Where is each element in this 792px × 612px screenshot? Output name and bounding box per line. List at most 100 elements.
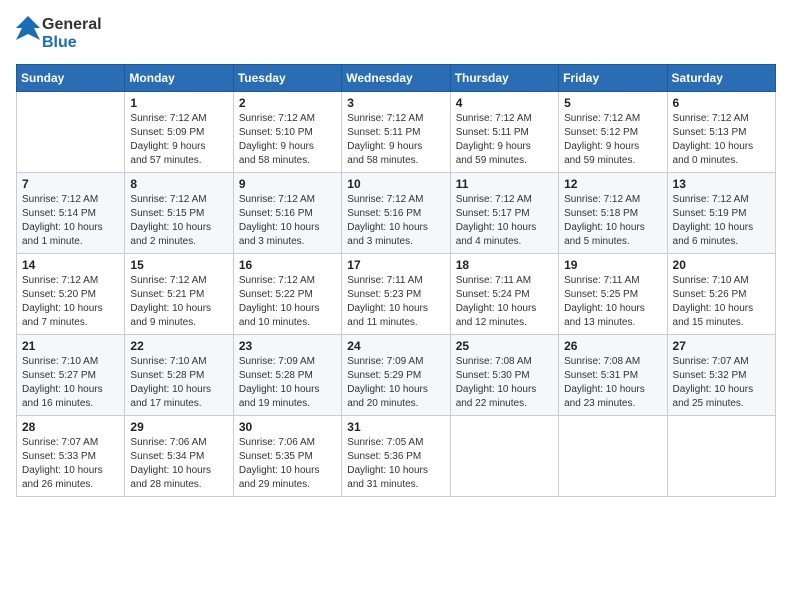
day-info: Sunrise: 7:12 AM Sunset: 5:14 PM Dayligh… [22,193,119,249]
calendar-cell: 14 Sunrise: 7:12 AM Sunset: 5:20 PM Dayli… [17,254,125,335]
day-number: 11 [456,177,553,191]
weekday-header-wednesday: Wednesday [342,65,450,92]
day-number: 21 [22,339,119,353]
calendar-cell [17,92,125,173]
day-number: 4 [456,96,553,110]
day-info: Sunrise: 7:11 AM Sunset: 5:23 PM Dayligh… [347,274,444,330]
calendar-header-row: SundayMondayTuesdayWednesdayThursdayFrid… [17,65,776,92]
calendar-cell [559,416,667,497]
calendar-cell: 10 Sunrise: 7:12 AM Sunset: 5:16 PM Dayli… [342,173,450,254]
day-info: Sunrise: 7:10 AM Sunset: 5:26 PM Dayligh… [673,274,770,330]
day-number: 30 [239,420,336,434]
calendar-cell: 24 Sunrise: 7:09 AM Sunset: 5:29 PM Dayli… [342,335,450,416]
day-number: 12 [564,177,661,191]
day-info: Sunrise: 7:07 AM Sunset: 5:32 PM Dayligh… [673,355,770,411]
day-number: 29 [130,420,227,434]
calendar-week-row: 7Sunrise: 7:12 AM Sunset: 5:14 PM Daylig… [17,173,776,254]
calendar-cell: 23Sunrise: 7:09 AM Sunset: 5:28 PM Dayli… [233,335,341,416]
day-info: Sunrise: 7:12 AM Sunset: 5:13 PM Dayligh… [673,112,770,168]
day-info: Sunrise: 7:12 AM Sunset: 5:09 PM Dayligh… [130,112,227,168]
calendar-cell: 4 Sunrise: 7:12 AM Sunset: 5:11 PM Daylig… [450,92,558,173]
calendar-cell: 29 Sunrise: 7:06 AM Sunset: 5:34 PM Dayli… [125,416,233,497]
logo: General Blue [16,16,102,52]
calendar-cell: 27Sunrise: 7:07 AM Sunset: 5:32 PM Dayli… [667,335,775,416]
calendar-cell: 26Sunrise: 7:08 AM Sunset: 5:31 PM Dayli… [559,335,667,416]
day-info: Sunrise: 7:12 AM Sunset: 5:21 PM Dayligh… [130,274,227,330]
day-number: 3 [347,96,444,110]
day-info: Sunrise: 7:12 AM Sunset: 5:12 PM Dayligh… [564,112,661,168]
weekday-header-tuesday: Tuesday [233,65,341,92]
day-info: Sunrise: 7:12 AM Sunset: 5:20 PM Dayligh… [22,274,119,330]
calendar-cell: 9Sunrise: 7:12 AM Sunset: 5:16 PM Daylig… [233,173,341,254]
day-info: Sunrise: 7:12 AM Sunset: 5:18 PM Dayligh… [564,193,661,249]
calendar-week-row: 28 Sunrise: 7:07 AM Sunset: 5:33 PM Dayli… [17,416,776,497]
calendar-cell: 28 Sunrise: 7:07 AM Sunset: 5:33 PM Dayli… [17,416,125,497]
day-number: 24 [347,339,444,353]
day-info: Sunrise: 7:06 AM Sunset: 5:34 PM Dayligh… [130,436,227,492]
logo-blue-text: Blue [42,34,77,51]
calendar-cell: 16Sunrise: 7:12 AM Sunset: 5:22 PM Dayli… [233,254,341,335]
day-number: 10 [347,177,444,191]
day-number: 5 [564,96,661,110]
calendar-cell: 7Sunrise: 7:12 AM Sunset: 5:14 PM Daylig… [17,173,125,254]
calendar-cell: 6 Sunrise: 7:12 AM Sunset: 5:13 PM Daylig… [667,92,775,173]
calendar-cell [450,416,558,497]
day-number: 14 [22,258,119,272]
weekday-header-sunday: Sunday [17,65,125,92]
day-info: Sunrise: 7:12 AM Sunset: 5:22 PM Dayligh… [239,274,336,330]
day-number: 9 [239,177,336,191]
day-info: Sunrise: 7:07 AM Sunset: 5:33 PM Dayligh… [22,436,119,492]
calendar-cell: 3 Sunrise: 7:12 AM Sunset: 5:11 PM Daylig… [342,92,450,173]
day-number: 13 [673,177,770,191]
day-info: Sunrise: 7:12 AM Sunset: 5:16 PM Dayligh… [347,193,444,249]
day-number: 15 [130,258,227,272]
calendar-cell: 13 Sunrise: 7:12 AM Sunset: 5:19 PM Dayli… [667,173,775,254]
day-info: Sunrise: 7:12 AM Sunset: 5:17 PM Dayligh… [456,193,553,249]
weekday-header-monday: Monday [125,65,233,92]
day-info: Sunrise: 7:11 AM Sunset: 5:25 PM Dayligh… [564,274,661,330]
calendar-week-row: 14 Sunrise: 7:12 AM Sunset: 5:20 PM Dayli… [17,254,776,335]
day-number: 22 [130,339,227,353]
day-info: Sunrise: 7:12 AM Sunset: 5:11 PM Dayligh… [456,112,553,168]
calendar-cell: 21Sunrise: 7:10 AM Sunset: 5:27 PM Dayli… [17,335,125,416]
day-info: Sunrise: 7:12 AM Sunset: 5:11 PM Dayligh… [347,112,444,168]
day-info: Sunrise: 7:10 AM Sunset: 5:28 PM Dayligh… [130,355,227,411]
day-info: Sunrise: 7:08 AM Sunset: 5:31 PM Dayligh… [564,355,661,411]
calendar-cell: 19Sunrise: 7:11 AM Sunset: 5:25 PM Dayli… [559,254,667,335]
calendar-cell: 11 Sunrise: 7:12 AM Sunset: 5:17 PM Dayli… [450,173,558,254]
day-info: Sunrise: 7:12 AM Sunset: 5:15 PM Dayligh… [130,193,227,249]
calendar-cell: 20Sunrise: 7:10 AM Sunset: 5:26 PM Dayli… [667,254,775,335]
day-number: 6 [673,96,770,110]
calendar-week-row: 21Sunrise: 7:10 AM Sunset: 5:27 PM Dayli… [17,335,776,416]
calendar-cell [667,416,775,497]
calendar-cell: 1 Sunrise: 7:12 AM Sunset: 5:09 PM Daylig… [125,92,233,173]
day-info: Sunrise: 7:09 AM Sunset: 5:29 PM Dayligh… [347,355,444,411]
day-number: 2 [239,96,336,110]
calendar-cell: 22 Sunrise: 7:10 AM Sunset: 5:28 PM Dayli… [125,335,233,416]
calendar-cell: 5 Sunrise: 7:12 AM Sunset: 5:12 PM Daylig… [559,92,667,173]
day-number: 31 [347,420,444,434]
calendar-cell: 25 Sunrise: 7:08 AM Sunset: 5:30 PM Dayli… [450,335,558,416]
day-number: 18 [456,258,553,272]
calendar-cell: 8 Sunrise: 7:12 AM Sunset: 5:15 PM Daylig… [125,173,233,254]
day-info: Sunrise: 7:12 AM Sunset: 5:10 PM Dayligh… [239,112,336,168]
day-number: 28 [22,420,119,434]
calendar-cell: 18 Sunrise: 7:11 AM Sunset: 5:24 PM Dayli… [450,254,558,335]
header: General Blue [16,16,776,52]
calendar-cell: 15 Sunrise: 7:12 AM Sunset: 5:21 PM Dayli… [125,254,233,335]
calendar-cell: 17Sunrise: 7:11 AM Sunset: 5:23 PM Dayli… [342,254,450,335]
day-number: 25 [456,339,553,353]
calendar-cell: 31 Sunrise: 7:05 AM Sunset: 5:36 PM Dayli… [342,416,450,497]
logo-bird-icon [16,16,40,52]
day-number: 1 [130,96,227,110]
calendar-cell: 12 Sunrise: 7:12 AM Sunset: 5:18 PM Dayli… [559,173,667,254]
weekday-header-friday: Friday [559,65,667,92]
calendar-cell: 30Sunrise: 7:06 AM Sunset: 5:35 PM Dayli… [233,416,341,497]
day-info: Sunrise: 7:12 AM Sunset: 5:19 PM Dayligh… [673,193,770,249]
day-info: Sunrise: 7:11 AM Sunset: 5:24 PM Dayligh… [456,274,553,330]
day-info: Sunrise: 7:05 AM Sunset: 5:36 PM Dayligh… [347,436,444,492]
day-info: Sunrise: 7:08 AM Sunset: 5:30 PM Dayligh… [456,355,553,411]
day-info: Sunrise: 7:09 AM Sunset: 5:28 PM Dayligh… [239,355,336,411]
day-number: 8 [130,177,227,191]
logo-general-text: General [42,16,102,33]
